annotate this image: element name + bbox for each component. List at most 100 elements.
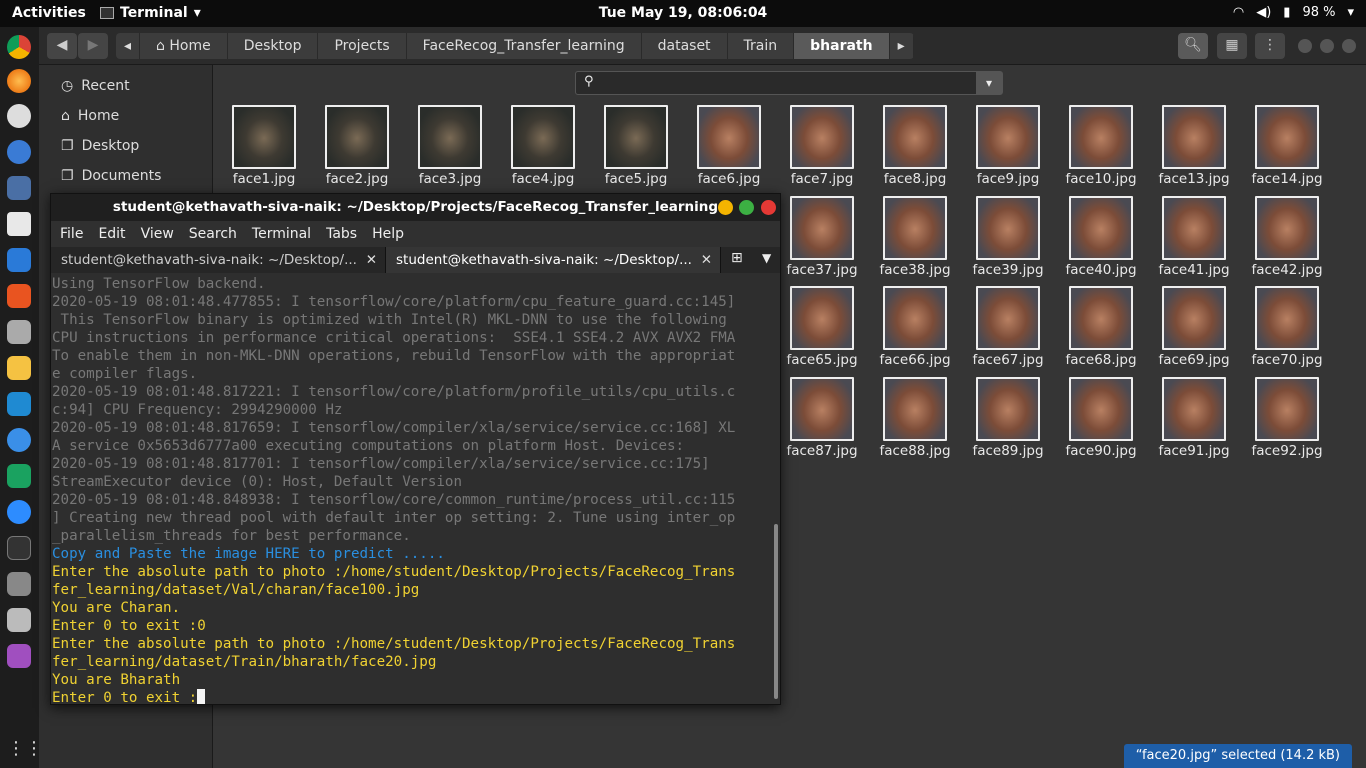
file-item[interactable]: face37.jpg <box>779 195 865 282</box>
breadcrumb-facerecog[interactable]: FaceRecog_Transfer_learning <box>407 33 642 59</box>
search-button[interactable]: 🔍︎ <box>1178 33 1208 59</box>
breadcrumb-projects[interactable]: Projects <box>318 33 407 59</box>
file-item[interactable]: face68.jpg <box>1058 286 1144 372</box>
writer-icon[interactable] <box>7 248 31 272</box>
file-item[interactable]: face41.jpg <box>1151 195 1237 282</box>
image-thumbnail <box>232 105 296 169</box>
vscode-icon[interactable] <box>7 392 31 416</box>
disk-icon[interactable] <box>7 104 31 128</box>
menu-search[interactable]: Search <box>189 226 237 242</box>
file-item[interactable]: face65.jpg <box>779 286 865 372</box>
chevron-down-icon[interactable]: ▼ <box>762 251 771 265</box>
file-item[interactable]: face67.jpg <box>965 286 1051 372</box>
file-item[interactable]: face7.jpg <box>779 105 865 191</box>
breadcrumb-bharath[interactable]: bharath <box>794 33 890 59</box>
thunderbird-icon[interactable] <box>7 140 31 164</box>
file-item[interactable]: face9.jpg <box>965 105 1051 191</box>
file-item[interactable]: face69.jpg <box>1151 286 1237 372</box>
breadcrumb-right-arrow[interactable]: ▸ <box>890 33 914 59</box>
file-item[interactable]: face14.jpg <box>1244 105 1330 191</box>
sidebar-item-recent[interactable]: ◷ Recent <box>39 71 212 101</box>
firefox-icon[interactable] <box>7 69 31 93</box>
zoom-icon[interactable] <box>7 500 31 524</box>
text-editor-icon[interactable] <box>7 356 31 380</box>
sidebar-item-documents[interactable]: ❐ Documents <box>39 161 212 191</box>
terminal-output[interactable]: Using TensorFlow backend. 2020-05-19 08:0… <box>51 273 780 704</box>
file-item[interactable]: face39.jpg <box>965 195 1051 282</box>
scrollbar[interactable] <box>774 524 778 699</box>
calculator-icon[interactable] <box>7 176 31 200</box>
file-item[interactable]: face13.jpg <box>1151 105 1237 191</box>
breadcrumb-home[interactable]: ⌂ Home <box>140 33 228 59</box>
sidebar-item-home[interactable]: ⌂ Home <box>39 101 212 131</box>
file-item[interactable]: face92.jpg <box>1244 376 1330 463</box>
view-toggle-button[interactable]: ▦ <box>1217 33 1247 59</box>
file-item[interactable]: face87.jpg <box>779 376 865 463</box>
file-item[interactable]: face2.jpg <box>314 105 400 191</box>
breadcrumb-left-arrow[interactable]: ◂ <box>116 33 141 59</box>
search-input[interactable]: ⚲ ▾ <box>575 71 1003 95</box>
close-button[interactable] <box>761 200 776 215</box>
close-icon[interactable]: ✕ <box>366 247 377 273</box>
file-item[interactable]: face8.jpg <box>872 105 958 191</box>
file-item[interactable]: face89.jpg <box>965 376 1051 463</box>
image-viewer-icon[interactable] <box>7 644 31 668</box>
terminal-tab[interactable]: student@kethavath-siva-naik: ~/Desktop/.… <box>51 247 386 273</box>
file-item[interactable]: face10.jpg <box>1058 105 1144 191</box>
menu-view[interactable]: View <box>141 226 174 242</box>
terminal-line: fer_learning/dataset/Train/bharath/face2… <box>52 654 437 670</box>
search-dropdown-button[interactable]: ▾ <box>976 72 1002 94</box>
file-item[interactable]: face66.jpg <box>872 286 958 372</box>
file-item[interactable]: face4.jpg <box>500 105 586 191</box>
chrome-icon[interactable] <box>7 35 31 59</box>
terminal-line: Using TensorFlow backend. <box>52 276 266 292</box>
forward-button[interactable]: ▶ <box>78 33 108 59</box>
file-item[interactable]: face40.jpg <box>1058 195 1144 282</box>
file-name: face91.jpg <box>1158 442 1230 459</box>
menu-help[interactable]: Help <box>372 226 404 242</box>
close-button[interactable] <box>1342 39 1356 53</box>
menu-file[interactable]: File <box>60 226 83 242</box>
maximize-button[interactable] <box>739 200 754 215</box>
file-item[interactable]: face91.jpg <box>1151 376 1237 463</box>
breadcrumb-desktop[interactable]: Desktop <box>228 33 319 59</box>
new-tab-icon[interactable]: ⊞ <box>731 250 743 266</box>
sidebar-item-desktop[interactable]: ❐ Desktop <box>39 131 212 161</box>
activities-button[interactable]: Activities <box>12 5 86 21</box>
app-menu[interactable]: Terminal ▾ <box>100 5 201 21</box>
menu-tabs[interactable]: Tabs <box>326 226 357 242</box>
file-item[interactable]: face5.jpg <box>593 105 679 191</box>
maximize-button[interactable] <box>1320 39 1334 53</box>
breadcrumb-train[interactable]: Train <box>728 33 795 59</box>
scanner-icon[interactable] <box>7 608 31 632</box>
back-button[interactable]: ◀ <box>47 33 77 59</box>
todo-icon[interactable] <box>7 428 31 452</box>
breadcrumb-dataset[interactable]: dataset <box>642 33 728 59</box>
file-item[interactable]: face42.jpg <box>1244 195 1330 282</box>
file-item[interactable]: face38.jpg <box>872 195 958 282</box>
file-item[interactable]: face6.jpg <box>686 105 772 191</box>
terminal-icon[interactable] <box>7 536 31 560</box>
tools-icon[interactable] <box>7 572 31 596</box>
terminal-tab[interactable]: student@kethavath-siva-naik: ~/Desktop/.… <box>386 247 721 273</box>
menu-edit[interactable]: Edit <box>98 226 125 242</box>
webcam-icon[interactable] <box>7 212 31 236</box>
minimize-button[interactable] <box>718 200 733 215</box>
menu-button[interactable]: ⋮ <box>1255 33 1285 59</box>
clock[interactable]: Tue May 19, 08:06:04 <box>0 5 1366 21</box>
terminal-titlebar[interactable]: student@kethavath-siva-naik: ~/Desktop/P… <box>51 194 780 221</box>
show-apps-icon[interactable]: ⋮⋮ <box>7 738 43 762</box>
sheets-icon[interactable] <box>7 464 31 488</box>
file-item[interactable]: face70.jpg <box>1244 286 1330 372</box>
file-item[interactable]: face88.jpg <box>872 376 958 463</box>
settings-icon[interactable] <box>7 320 31 344</box>
file-item[interactable]: face3.jpg <box>407 105 493 191</box>
file-item[interactable]: face1.jpg <box>221 105 307 191</box>
file-item[interactable]: face90.jpg <box>1058 376 1144 463</box>
minimize-button[interactable] <box>1298 39 1312 53</box>
system-tray[interactable]: ◠ ◀) ▮ 98 % ▾ <box>1233 5 1354 20</box>
close-icon[interactable]: ✕ <box>701 247 712 273</box>
menu-terminal[interactable]: Terminal <box>252 226 311 242</box>
chevron-down-icon: ▾ <box>193 5 201 21</box>
software-icon[interactable] <box>7 284 31 308</box>
